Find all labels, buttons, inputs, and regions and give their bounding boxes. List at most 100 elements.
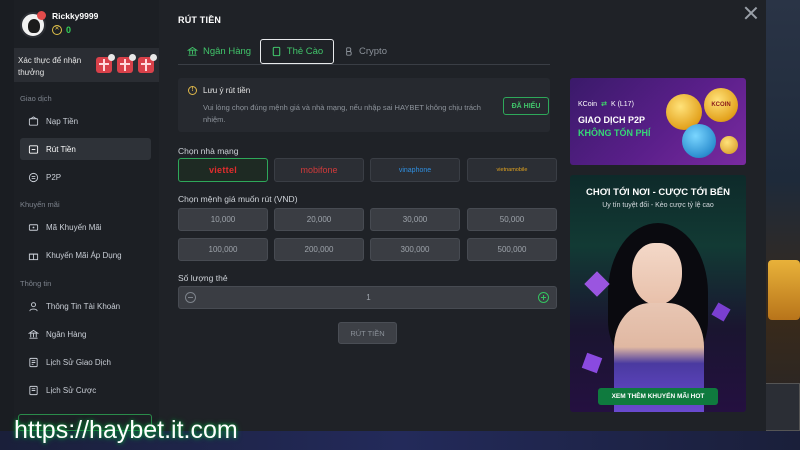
warning-icon: ! [188, 86, 197, 95]
p2p-banner[interactable]: KCoin ⇄ K (L17) GIAO DỊCH P2P KHÔNG TỐN … [570, 78, 746, 165]
section-transactions: Giao dịch [20, 94, 52, 103]
tab-bank[interactable]: Ngân Hàng [187, 39, 251, 64]
carrier-name: viettel [208, 165, 238, 175]
sidebar-item-label: Khuyến Mãi Áp Dụng [46, 250, 122, 260]
tab-scratch-card[interactable]: Thẻ Cào [260, 39, 334, 64]
gift-icon [27, 249, 39, 261]
gem-icon [581, 352, 603, 374]
history-icon [27, 356, 39, 368]
plus-icon[interactable] [538, 292, 549, 303]
understood-button[interactable]: ĐÃ HIỂU [503, 97, 549, 115]
kcoin-label: KCoin [578, 100, 598, 108]
sidebar-item-withdraw[interactable]: Rút Tiền [20, 138, 151, 160]
tab-label: Crypto [359, 46, 387, 57]
sidebar-item-label: Lịch Sử Giao Dịch [46, 357, 111, 367]
quantity-value[interactable]: 1 [179, 287, 558, 308]
sidebar-item-applied-promo[interactable]: Khuyến Mãi Áp Dụng [20, 244, 151, 266]
withdraw-icon [27, 143, 39, 155]
verify-email-gift-icon[interactable] [117, 54, 136, 73]
sidebar-item-label: Thông Tin Tài Khoản [46, 301, 121, 311]
user-icon [27, 300, 39, 312]
more-promotions-button[interactable]: XEM THÊM KHUYẾN MÃI HOT [598, 388, 718, 405]
sidebar-item-bet-history[interactable]: Lịch Sử Cược [20, 379, 151, 401]
amount-option[interactable]: 100,000 [178, 238, 268, 261]
background-right [734, 0, 800, 450]
promo-code-icon [27, 221, 39, 233]
amount-option[interactable]: 200,000 [274, 238, 364, 261]
sidebar-item-label: Rút Tiền [46, 144, 76, 154]
bitcoin-icon [346, 47, 352, 56]
verify-id-gift-icon[interactable] [138, 54, 157, 73]
coin-icon [720, 136, 738, 154]
notice-title: Lưu ý rút tiền [203, 86, 251, 95]
carrier-vinaphone[interactable]: vinaphone [370, 158, 460, 182]
close-icon[interactable] [744, 6, 758, 20]
verify-text: Xác thực để nhận thưởng [18, 56, 82, 77]
minus-icon[interactable] [185, 292, 196, 303]
promo-banner-title: CHƠI TỚI NƠI - CƯỢC TỚI BẾN [586, 187, 730, 198]
sidebar-item-deposit[interactable]: Nạp Tiền [20, 110, 151, 132]
kcoin-coin-icon: KCOIN [704, 88, 738, 122]
exchange-arrows-icon: ⇄ [601, 101, 607, 108]
sidebar-item-bank[interactable]: Ngân Hàng [20, 323, 151, 345]
amount-option[interactable]: 30,000 [370, 208, 460, 231]
page-title: RÚT TIỀN [178, 15, 222, 25]
sidebar-item-p2p[interactable]: P2P [20, 166, 151, 188]
carrier-name: mobifone [300, 165, 338, 175]
level-badge [37, 11, 46, 20]
sidebar-item-transaction-history[interactable]: Lịch Sử Giao Dịch [20, 351, 151, 373]
coin-icon: ✕ [52, 25, 62, 35]
sidebar-item-label: Nạp Tiền [46, 116, 79, 126]
quantity-label: Số lượng thẻ [178, 273, 228, 283]
sidebar: Rickky9999 ✕ 0 Xác thực để nhận thưởng G… [14, 0, 159, 431]
amount-option[interactable]: 10,000 [178, 208, 268, 231]
sidebar-item-promo-code[interactable]: Mã Khuyến Mãi [20, 216, 151, 238]
sidebar-item-account-info[interactable]: Thông Tin Tài Khoản [20, 295, 151, 317]
card-icon [272, 46, 281, 57]
gem-icon [711, 302, 731, 322]
withdraw-modal: RÚT TIỀN Ngân Hàng Thẻ Cào Crypto ! Lưu … [159, 0, 766, 431]
carrier-name: vietnamobile [496, 167, 528, 173]
withdraw-tabs: Ngân Hàng Thẻ Cào Crypto [178, 39, 550, 65]
quantity-stepper: 1 [178, 286, 557, 309]
carrier-vietnamobile[interactable]: vietnamobile [467, 158, 557, 182]
promo-banner[interactable]: CHƠI TỚI NƠI - CƯỢC TỚI BẾN Uy tín tuyệt… [570, 175, 746, 412]
tab-label: Ngân Hàng [203, 46, 252, 57]
p2p-banner-title: GIAO DỊCH P2P [578, 115, 646, 125]
bank-icon [187, 46, 198, 56]
user-panel: Rickky9999 ✕ 0 [14, 0, 159, 48]
p2p-icon [27, 171, 39, 183]
username: Rickky9999 [52, 11, 99, 21]
amount-option[interactable]: 50,000 [467, 208, 557, 231]
section-info: Thông tin [20, 279, 52, 288]
tab-crypto[interactable]: Crypto [343, 39, 387, 64]
amount-option[interactable]: 20,000 [274, 208, 364, 231]
deposit-icon [27, 115, 39, 127]
withdraw-notice: ! Lưu ý rút tiền Vui lòng chọn đúng mệnh… [178, 78, 550, 132]
carrier-label: Chọn nhà mạng [178, 146, 239, 156]
withdraw-submit-button[interactable]: RÚT TIỀN [338, 322, 397, 344]
sidebar-item-label: Lịch Sử Cược [46, 385, 97, 395]
carrier-name: vinaphone [398, 166, 432, 174]
gem-icon [584, 271, 610, 297]
carrier-mobifone[interactable]: mobifone [274, 158, 364, 182]
sidebar-item-label: P2P [46, 172, 62, 182]
sidebar-item-label: Ngân Hàng [46, 329, 87, 339]
amount-label: Chọn mệnh giá muốn rút (VND) [178, 194, 298, 204]
carrier-viettel[interactable]: viettel [178, 158, 268, 182]
amount-option[interactable]: 300,000 [370, 238, 460, 261]
verify-reward-panel: Xác thực để nhận thưởng [14, 48, 159, 82]
amount-option[interactable]: 500,000 [467, 238, 557, 261]
bank-icon [27, 328, 39, 340]
background-left [0, 0, 14, 450]
watermark-url: https://haybet.it.com [14, 416, 238, 444]
notice-body: Vui lòng chọn đúng mệnh giá và nhà mạng,… [203, 103, 481, 124]
verify-phone-gift-icon[interactable] [96, 54, 115, 73]
game-logo-decoration [768, 260, 800, 320]
k-label: K (L17) [610, 100, 634, 108]
exchange-coin-icon [682, 124, 716, 158]
section-promotions: Khuyến mãi [20, 200, 60, 209]
promo-banner-subtitle: Uy tín tuyệt đối - Kèo cược tỷ lệ cao [602, 202, 714, 209]
balance-value: 0 [66, 25, 72, 35]
balance-row: ✕ 0 [52, 25, 71, 35]
